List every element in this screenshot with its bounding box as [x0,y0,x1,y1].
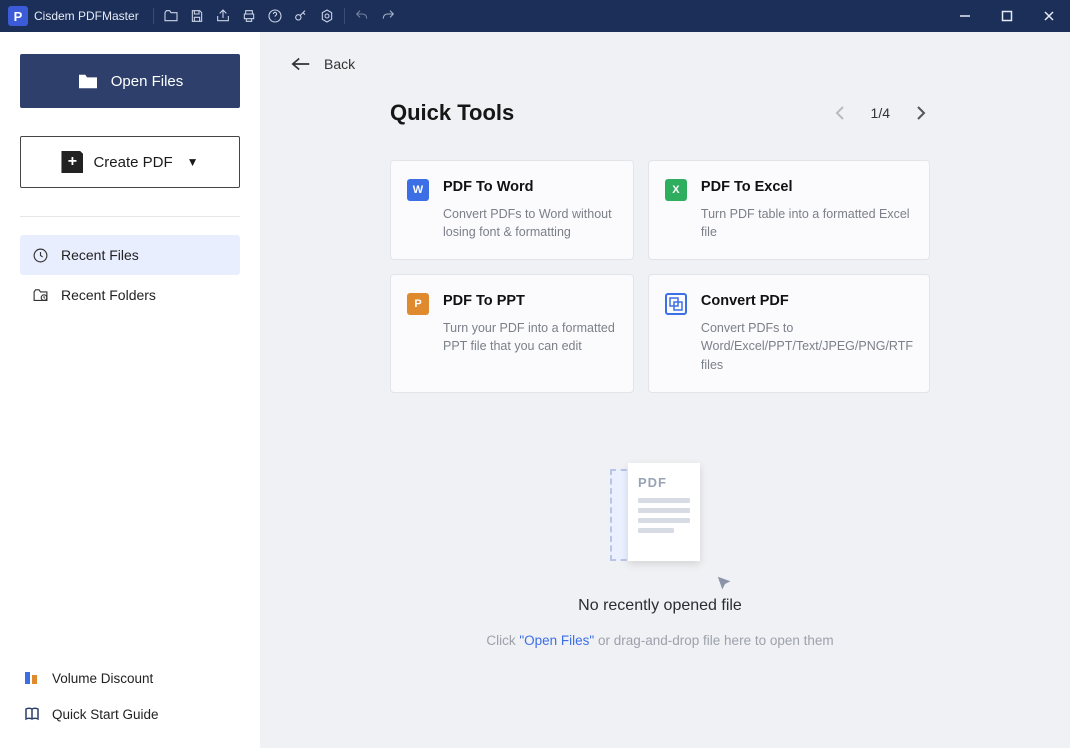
empty-title: No recently opened file [578,597,742,615]
help-icon[interactable] [262,3,288,29]
card-desc: Turn your PDF into a formatted PPT file … [443,319,617,355]
pager-prev-button[interactable] [831,104,849,122]
folder-clock-icon [32,287,49,304]
settings-icon[interactable] [314,3,340,29]
titlebar-separator [344,8,345,24]
card-pdf-to-word[interactable]: W PDF To Word Convert PDFs to Word witho… [390,160,634,260]
sidebar-item-volume-discount[interactable]: Volume Discount [20,660,240,696]
card-title: Convert PDF [701,293,913,309]
empty-illustration: PDF [610,463,710,573]
empty-recent-zone[interactable]: PDF No recently opened file Click "Open … [290,463,1030,648]
quick-tools-title: Quick Tools [390,100,514,126]
excel-icon: X [665,179,687,201]
card-convert-pdf[interactable]: Convert PDF Convert PDFs to Word/Excel/P… [648,274,930,392]
empty-subtitle: Click "Open Files" or drag-and-drop file… [486,633,833,648]
save-icon[interactable] [184,3,210,29]
app-name: Cisdem PDFMaster [34,9,139,23]
card-desc: Convert PDFs to Word/Excel/PPT/Text/JPEG… [701,319,913,373]
sidebar-item-label: Volume Discount [52,671,153,686]
pager-indicator: 1/4 [871,105,890,121]
back-button[interactable]: Back [290,50,1030,78]
create-pdf-label: Create PDF [93,154,172,171]
chevron-down-icon: ▼ [187,155,199,169]
sidebar-item-label: Recent Files [61,247,139,263]
open-files-link[interactable]: "Open Files" [519,633,594,648]
open-files-button[interactable]: Open Files [20,54,240,108]
main-area: Back Quick Tools 1/4 W PDF To Word Conve… [260,32,1070,748]
quick-tools-cards: W PDF To Word Convert PDFs to Word witho… [290,160,1030,393]
create-pdf-button[interactable]: + Create PDF ▼ [20,136,240,188]
minimize-button[interactable] [944,0,986,32]
redo-icon[interactable] [375,3,401,29]
book-icon [24,706,40,722]
tools-pager: 1/4 [831,104,930,122]
word-icon: W [407,179,429,201]
back-label: Back [324,56,355,72]
undo-icon[interactable] [349,3,375,29]
card-pdf-to-excel[interactable]: X PDF To Excel Turn PDF table into a for… [648,160,930,260]
sidebar: Open Files + Create PDF ▼ Recent Files R… [0,32,260,748]
sidebar-item-quick-start[interactable]: Quick Start Guide [20,696,240,732]
create-plus-icon: + [61,151,83,173]
card-title: PDF To Excel [701,179,913,195]
pdf-badge: PDF [638,475,690,490]
card-title: PDF To Word [443,179,617,195]
card-pdf-to-ppt[interactable]: P PDF To PPT Turn your PDF into a format… [390,274,634,392]
sidebar-item-recent-folders[interactable]: Recent Folders [20,275,240,315]
print-icon[interactable] [236,3,262,29]
open-icon[interactable] [158,3,184,29]
convert-icon [665,293,687,315]
key-icon[interactable] [288,3,314,29]
close-button[interactable] [1028,0,1070,32]
quick-tools-header: Quick Tools 1/4 [290,100,1030,126]
sidebar-item-recent-files[interactable]: Recent Files [20,235,240,275]
folder-icon [77,72,99,90]
card-title: PDF To PPT [443,293,617,309]
card-desc: Convert PDFs to Word without losing font… [443,205,617,241]
maximize-button[interactable] [986,0,1028,32]
titlebar-separator [153,8,154,24]
titlebar: P Cisdem PDFMaster [0,0,1070,32]
clock-icon [32,247,49,264]
card-desc: Turn PDF table into a formatted Excel fi… [701,205,913,241]
pager-next-button[interactable] [912,104,930,122]
sidebar-divider [20,216,240,217]
sidebar-item-label: Recent Folders [61,287,156,303]
ppt-icon: P [407,293,429,315]
volume-discount-icon [24,670,40,686]
share-icon[interactable] [210,3,236,29]
sidebar-item-label: Quick Start Guide [52,707,159,722]
app-logo: P [8,6,28,26]
open-files-label: Open Files [111,73,184,90]
